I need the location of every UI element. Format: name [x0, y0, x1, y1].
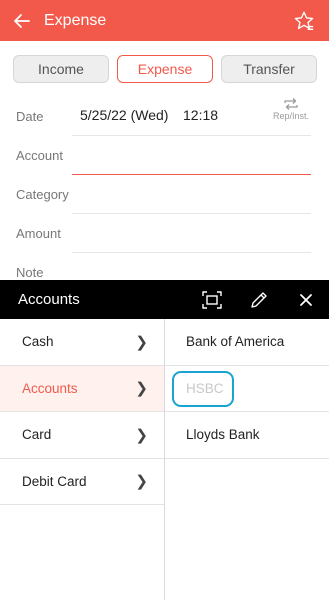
screen-capture-button[interactable]	[201, 289, 223, 311]
group-label: Accounts	[22, 380, 78, 396]
tab-expense[interactable]: Expense	[117, 55, 213, 83]
page-title: Expense	[44, 11, 107, 29]
account-group-list: Cash ❯ Accounts ❯ Card ❯ Debit Card ❯	[0, 319, 165, 600]
tab-income[interactable]: Income	[13, 55, 109, 83]
account-row[interactable]: Account	[0, 136, 329, 175]
repeat-icon	[284, 98, 298, 110]
date-row[interactable]: Date 5/25/22 (Wed) 12:18 Rep/Inst.	[0, 97, 329, 136]
category-label: Category	[16, 187, 69, 202]
accounts-panel-header: Accounts	[0, 280, 329, 319]
close-icon	[300, 294, 312, 306]
pencil-icon	[251, 292, 267, 308]
account-label: Account	[16, 148, 63, 163]
group-item-debit-card[interactable]: Debit Card ❯	[0, 459, 164, 505]
account-item-lloyds-bank[interactable]: Lloyds Bank	[165, 412, 329, 459]
group-label: Cash	[22, 334, 54, 350]
repeat-button[interactable]: Rep/Inst.	[271, 97, 311, 121]
close-button[interactable]	[295, 289, 317, 311]
date-label: Date	[16, 109, 44, 124]
group-label: Debit Card	[22, 473, 87, 489]
edit-button[interactable]	[248, 289, 270, 311]
account-item-hsbc[interactable]: HSBC	[165, 366, 329, 412]
group-item-card[interactable]: Card ❯	[0, 412, 164, 459]
tab-transfer[interactable]: Transfer	[221, 55, 317, 83]
app-bar: Expense	[0, 0, 329, 41]
transaction-type-tabs: Income Expense Transfer	[13, 55, 317, 83]
account-item-bank-of-america[interactable]: Bank of America	[165, 319, 329, 366]
highlight-ring	[172, 370, 234, 407]
date-value[interactable]: 5/25/22 (Wed)	[80, 107, 168, 123]
category-row[interactable]: Category	[0, 175, 329, 214]
chevron-right-icon: ❯	[135, 380, 148, 398]
account-label: Lloyds Bank	[186, 427, 260, 443]
chevron-right-icon: ❯	[135, 426, 148, 444]
panel-title: Accounts	[18, 291, 80, 308]
group-label: Card	[22, 427, 52, 443]
arrow-left-icon	[14, 13, 30, 28]
amount-row[interactable]: Amount	[0, 214, 329, 253]
note-label: Note	[16, 265, 44, 280]
group-item-cash[interactable]: Cash ❯	[0, 319, 164, 366]
group-item-accounts[interactable]: Accounts ❯	[0, 365, 164, 412]
star-outline-icon	[294, 11, 314, 30]
bookmark-button[interactable]	[293, 10, 315, 32]
amount-label: Amount	[16, 226, 61, 241]
repeat-label: Rep/Inst.	[272, 111, 310, 121]
chevron-right-icon: ❯	[135, 473, 148, 491]
time-value[interactable]: 12:18	[183, 107, 218, 123]
account-list: Bank of America HSBC Lloyds Bank	[165, 319, 329, 600]
screen-capture-icon	[202, 291, 222, 309]
account-label: Bank of America	[186, 334, 285, 350]
back-button[interactable]	[0, 0, 44, 41]
chevron-right-icon: ❯	[135, 333, 148, 351]
